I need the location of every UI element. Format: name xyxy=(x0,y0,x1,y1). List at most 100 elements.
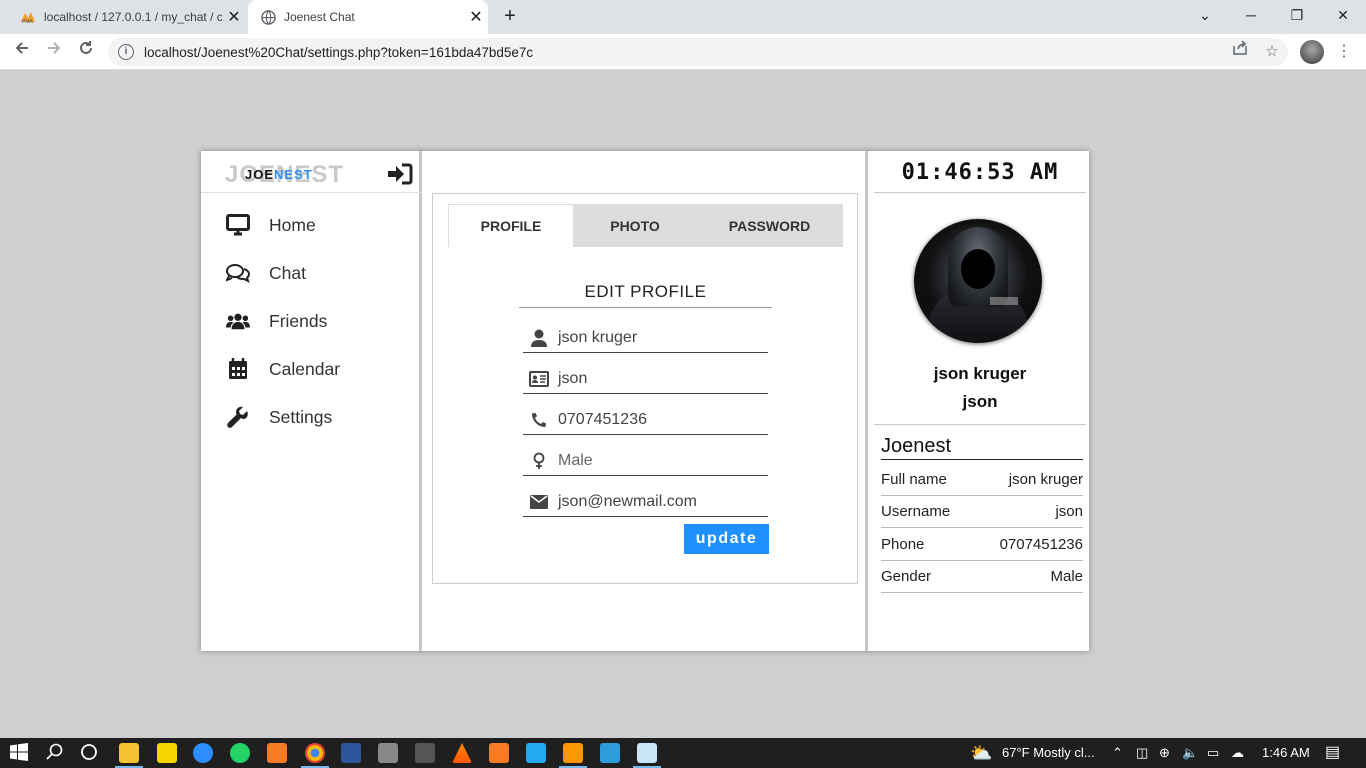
battery-icon[interactable]: ▭ xyxy=(1207,738,1219,768)
chat-app-window: JOENEST JOENEST Home Chat Friends Calend… xyxy=(201,151,1089,651)
sidebar-item-chat[interactable]: Chat xyxy=(201,249,422,297)
monitor-icon xyxy=(226,213,250,237)
detail-row-username: Username json xyxy=(881,496,1083,528)
address-bar[interactable]: i localhost/Joenest%20Chat/settings.php?… xyxy=(108,38,1288,66)
windows-taskbar: ⛅ 67°F Mostly cl... ⌃ ◫ ⊕ 🔈 ▭ ☁ 1:46 AM … xyxy=(0,738,1366,768)
clock-time[interactable]: 1:46 AM xyxy=(1262,738,1310,768)
fullname-value: json kruger xyxy=(558,329,638,346)
weather-cloud-icon[interactable]: ⛅ xyxy=(970,738,992,768)
detail-row-fullname: Full name json kruger xyxy=(881,464,1083,496)
settings-tabs: PROFILE PHOTO PASSWORD xyxy=(448,204,843,247)
browser-menu-icon[interactable]: ⋮ xyxy=(1336,40,1352,64)
tab-search-icon[interactable]: ⌄ xyxy=(1182,0,1228,34)
word-icon[interactable] xyxy=(341,743,361,763)
sidebar-item-settings[interactable]: Settings xyxy=(201,393,422,441)
notifications-icon[interactable]: ▤ xyxy=(1325,738,1340,768)
sidebar-item-home[interactable]: Home xyxy=(201,201,422,249)
new-tab-button[interactable]: + xyxy=(498,5,522,29)
xampp-icon[interactable] xyxy=(267,743,287,763)
reload-icon[interactable] xyxy=(74,40,98,64)
whatsapp-icon[interactable] xyxy=(230,743,250,763)
volume-icon[interactable]: 🔈 xyxy=(1182,738,1198,768)
fullname-field[interactable]: json kruger xyxy=(523,324,768,353)
envelope-icon xyxy=(528,491,550,513)
vlc-icon[interactable] xyxy=(452,743,472,763)
sidebar-item-calendar[interactable]: Calendar xyxy=(201,345,422,393)
detail-label: Username xyxy=(881,503,951,520)
share-icon[interactable] xyxy=(1228,40,1252,64)
network-icon[interactable]: ◫ xyxy=(1136,738,1148,768)
bookmark-star-icon[interactable]: ☆ xyxy=(1260,40,1284,64)
file-explorer-icon[interactable] xyxy=(115,743,143,768)
username-field[interactable]: json xyxy=(523,365,768,394)
forward-arrow-icon[interactable] xyxy=(42,40,66,64)
browser-profile-avatar[interactable] xyxy=(1300,40,1324,64)
globe-icon xyxy=(260,9,276,25)
email-value: json@newmail.com xyxy=(558,493,697,510)
phpmyadmin-icon: PMA xyxy=(20,9,36,25)
logout-icon[interactable] xyxy=(387,163,413,185)
gender-value: Male xyxy=(558,452,593,469)
tab-profile[interactable]: PROFILE xyxy=(448,204,574,247)
media-icon[interactable] xyxy=(600,743,620,763)
game-icon[interactable] xyxy=(378,743,398,763)
back-arrow-icon[interactable] xyxy=(10,40,34,64)
phone-value: 0707451236 xyxy=(558,411,647,428)
brand-header: JOENEST JOENEST xyxy=(201,151,422,193)
notepad-icon[interactable] xyxy=(633,743,661,768)
comments-icon xyxy=(226,261,250,285)
detail-value: json kruger xyxy=(1008,471,1083,488)
sidebar-item-label: Friends xyxy=(269,310,328,331)
tab-title: Joenest Chat xyxy=(284,10,355,24)
xampp-control-icon[interactable] xyxy=(489,743,509,763)
app-icon[interactable] xyxy=(415,743,435,763)
sidebar-item-friends[interactable]: Friends xyxy=(201,297,422,345)
calendar-icon xyxy=(226,357,250,381)
profile-panel: 01:46:53 AM json kruger json Joenest Ful… xyxy=(865,151,1089,651)
site-info-icon[interactable]: i xyxy=(118,44,134,60)
task-view-icon[interactable] xyxy=(80,743,100,763)
profile-avatar[interactable] xyxy=(914,219,1042,343)
sidebar-item-label: Home xyxy=(269,214,316,235)
chrome-icon[interactable] xyxy=(301,743,329,768)
users-icon xyxy=(226,309,250,333)
phone-field[interactable]: 0707451236 xyxy=(523,406,768,435)
close-window-button[interactable]: ✕ xyxy=(1320,0,1366,34)
app-logo[interactable]: JOENEST xyxy=(245,167,313,182)
settings-panel: PROFILE PHOTO PASSWORD EDIT PROFILE json… xyxy=(432,193,858,584)
windows-start-icon[interactable] xyxy=(10,743,30,763)
tab-photo[interactable]: PHOTO xyxy=(574,204,696,247)
profile-username: json xyxy=(962,392,998,411)
detail-row-phone: Phone 0707451236 xyxy=(881,529,1083,561)
sticky-notes-icon[interactable] xyxy=(157,743,177,763)
tab-title: localhost / 127.0.0.1 / my_chat / c xyxy=(44,10,222,24)
sublime-icon[interactable] xyxy=(559,743,587,768)
browser-tab-joenest[interactable]: Joenest Chat ✕ xyxy=(248,0,488,34)
sidebar-item-label: Calendar xyxy=(269,358,341,379)
zoom-icon[interactable] xyxy=(193,743,213,763)
url-text: localhost/Joenest%20Chat/settings.php?to… xyxy=(144,44,534,60)
email-field[interactable]: json@newmail.com xyxy=(523,488,768,517)
minimize-button[interactable]: ─ xyxy=(1228,0,1274,34)
tab-password[interactable]: PASSWORD xyxy=(696,204,843,247)
detail-value: 0707451236 xyxy=(999,536,1083,553)
close-tab-icon[interactable]: ✕ xyxy=(222,7,246,27)
language-globe-icon[interactable]: ⊕ xyxy=(1159,738,1170,768)
update-button[interactable]: update xyxy=(684,524,769,554)
browser-tab-phpmyadmin[interactable]: PMA localhost / 127.0.0.1 / my_chat / c … xyxy=(8,0,246,34)
venus-icon xyxy=(528,450,550,472)
browser-tabstrip: PMA localhost / 127.0.0.1 / my_chat / c … xyxy=(0,0,1366,34)
detail-label: Gender xyxy=(881,568,932,585)
restore-button[interactable]: ❐ xyxy=(1274,0,1320,34)
id-card-icon xyxy=(528,368,550,390)
browser-toolbar: i localhost/Joenest%20Chat/settings.php?… xyxy=(0,34,1366,70)
close-tab-icon[interactable]: ✕ xyxy=(464,7,488,27)
onedrive-icon[interactable]: ☁ xyxy=(1231,738,1244,768)
gender-field[interactable]: Male xyxy=(523,447,768,476)
search-icon[interactable] xyxy=(46,743,66,763)
avatar-watermark xyxy=(990,297,1018,305)
sidebar: JOENEST JOENEST Home Chat Friends Calend… xyxy=(201,151,422,651)
vscode-icon[interactable] xyxy=(526,743,546,763)
weather-text[interactable]: 67°F Mostly cl... xyxy=(1002,738,1095,768)
tray-chevron-icon[interactable]: ⌃ xyxy=(1112,738,1123,768)
